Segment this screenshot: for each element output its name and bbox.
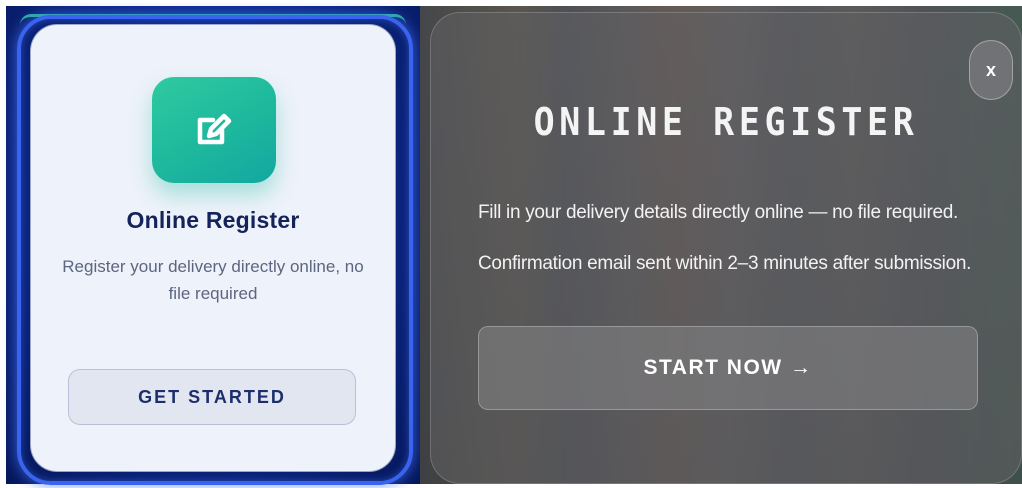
get-started-button[interactable]: GET STARTED: [68, 369, 356, 425]
card-description: Register your delivery directly online, …: [62, 257, 364, 303]
close-button[interactable]: x: [969, 40, 1013, 100]
online-register-card[interactable]: Online Register Register your delivery d…: [31, 25, 395, 471]
start-now-button[interactable]: START NOW →: [478, 326, 978, 410]
edit-icon: [152, 77, 276, 183]
online-register-modal: [430, 12, 1022, 484]
edit-icon-glyph: [197, 113, 232, 145]
modal-title: ONLINE REGISTER: [533, 100, 919, 144]
screen: Online Register Register your delivery d…: [0, 0, 1022, 488]
close-icon: x: [985, 59, 996, 80]
modal-text-confirmation: Confirmation email sent within 2–3 minut…: [478, 253, 972, 274]
card-title: Online Register: [126, 207, 300, 233]
modal-text-details: Fill in your delivery details directly o…: [478, 202, 959, 223]
